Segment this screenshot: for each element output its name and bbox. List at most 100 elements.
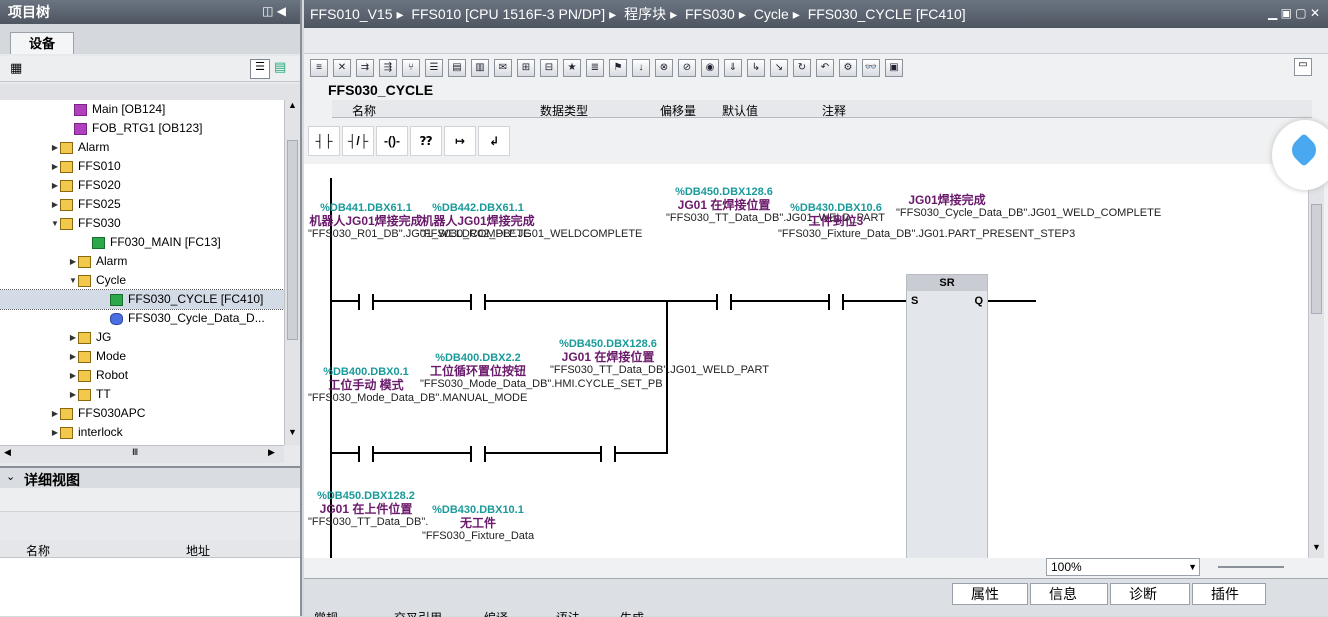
contact-label[interactable]: %DB400.DBX0.1 工位手动 模式 "FFS030_Mode_Data_DB… <box>308 366 527 405</box>
tree-item[interactable]: FF030_MAIN [FC13] <box>0 233 284 252</box>
scroll-thumb[interactable] <box>287 140 298 340</box>
column-name[interactable]: 名称 <box>26 542 50 559</box>
coil-label[interactable]: JG01焊接完成 "FFS030_Cycle_Data_DB".JG01_WEL… <box>896 194 1161 220</box>
normally-open-contact[interactable] <box>828 294 844 310</box>
contact-label[interactable]: %DB400.DBX2.2 工位循环置位按钮 "FFS030_Mode_Data_D… <box>420 352 663 391</box>
tree-item[interactable]: FFS030_Cycle_Data_D... <box>0 309 284 328</box>
database-icon[interactable]: ▣ <box>885 59 903 77</box>
normally-open-contact-icon[interactable]: ┤├ <box>308 126 340 156</box>
monitor-icon[interactable]: ◉ <box>701 59 719 77</box>
glasses-icon[interactable]: 👓 <box>862 59 880 77</box>
scroll-left-icon[interactable]: ◀ <box>4 447 11 458</box>
breadcrumb-cycle[interactable]: Cycle <box>754 6 789 22</box>
list-icon[interactable]: ☰ <box>425 59 443 77</box>
tree-item[interactable]: ▶ FFS025 <box>0 195 284 214</box>
network-icon[interactable]: ▦ <box>10 60 22 76</box>
delete-network-icon[interactable]: ✕ <box>333 59 351 77</box>
collapsed-arrow-icon[interactable]: ▶ <box>50 404 60 423</box>
show-favorites-icon[interactable]: ★ <box>563 59 581 77</box>
scroll-right-icon[interactable]: ▶ <box>268 447 275 458</box>
scroll-down-icon[interactable]: ▼ <box>285 427 300 445</box>
window-controls[interactable]: ▁ ▣ ▢ ✕ <box>1268 6 1320 20</box>
iface-col-name[interactable]: 名称 <box>352 102 376 119</box>
contact-label[interactable]: %DB450.DBX128.6 JG01 在焊接位置 "FFS030_TT_Data… <box>550 338 769 377</box>
scroll-up-icon[interactable]: ▲ <box>285 100 300 118</box>
list-view-icon[interactable]: ☰ <box>250 59 270 79</box>
collapsed-arrow-icon[interactable]: ▶ <box>68 366 78 385</box>
collapsed-arrow-icon[interactable]: ▶ <box>68 347 78 366</box>
network-comments-icon[interactable]: ≣ <box>586 59 604 77</box>
tree-item[interactable]: ▶ interlock <box>0 423 284 442</box>
contact-label[interactable]: %DB430.DBX10.6 工件到位3 "FFS030_Fixture_Data_… <box>778 202 1075 241</box>
tree-item[interactable]: ▶ Mode <box>0 347 284 366</box>
ladder-network-canvas[interactable]: %DB441.DBX61.1 机器人JG01焊接完成 "FFS030_R01_DB"… <box>304 164 1308 558</box>
tab-devices[interactable]: 设备 <box>10 32 74 54</box>
layout-toggle-icon[interactable]: ▭ <box>1294 58 1312 76</box>
collapse-chevron-icon[interactable]: ⌄ <box>6 470 15 483</box>
symbol-info-icon[interactable]: ⊟ <box>540 59 558 77</box>
tab-info[interactable]: 信息 <box>1030 583 1108 605</box>
tree-item[interactable]: ▶ JG <box>0 328 284 347</box>
branch-icon[interactable]: ⑂ <box>402 59 420 77</box>
tree-item[interactable]: ▶ Alarm <box>0 138 284 157</box>
breadcrumb-ffs030[interactable]: FFS030 <box>685 6 735 22</box>
detail-view-header[interactable]: ⌄ 详细视图 <box>0 466 300 488</box>
collapsed-arrow-icon[interactable]: ▶ <box>50 195 60 214</box>
collapsed-arrow-icon[interactable]: ▶ <box>50 157 60 176</box>
tree-item[interactable]: ▼ FFS030 <box>0 214 284 233</box>
normally-open-contact[interactable] <box>600 446 616 462</box>
normally-open-contact[interactable] <box>716 294 732 310</box>
set-breakpoint-icon[interactable]: ⊗ <box>655 59 673 77</box>
breadcrumb-program-blocks[interactable]: 程序块 <box>624 6 666 22</box>
pane-minimize-icon[interactable]: ◫ ◀ <box>262 4 286 18</box>
table-icon[interactable]: ▤ <box>448 59 466 77</box>
close-branch-icon[interactable]: ↲ <box>478 126 510 156</box>
refresh-icon[interactable]: ↻ <box>793 59 811 77</box>
canvas-scroll-down-icon[interactable]: ▼ <box>1309 542 1324 558</box>
iface-col-offset[interactable]: 偏移量 <box>660 102 696 119</box>
tree-item[interactable]: ▶ Robot <box>0 366 284 385</box>
normally-closed-contact-icon[interactable]: ┤/├ <box>342 126 374 156</box>
column-address[interactable]: 地址 <box>186 542 210 559</box>
breadcrumb-cpu[interactable]: FFS010 [CPU 1516F-3 PN/DP] <box>411 6 605 22</box>
collapsed-arrow-icon[interactable]: ▶ <box>50 138 60 157</box>
absolute-address-icon[interactable]: ⊞ <box>517 59 535 77</box>
open-all-icon[interactable]: ▥ <box>471 59 489 77</box>
iface-col-default[interactable]: 默认值 <box>722 102 758 119</box>
undo-icon[interactable]: ↶ <box>816 59 834 77</box>
contact-label[interactable]: %DB450.DBX128.6 JG01 在焊接位置 "FFS030_TT_Data… <box>666 186 885 225</box>
tree-horizontal-scrollbar[interactable]: ◀ Ⅲ ▶ <box>0 445 284 463</box>
tree-item[interactable]: Main [OB124] <box>0 100 284 119</box>
contact-label[interactable]: %DB441.DBX61.1 机器人JG01焊接完成 "FFS030_R01_DB"… <box>308 202 530 241</box>
iface-col-type[interactable]: 数据类型 <box>540 102 588 119</box>
contact-label[interactable]: %DB442.DBX61.1 机器人JG01焊接完成 "FFS030_R02_DB"… <box>420 202 642 241</box>
clear-breakpoint-icon[interactable]: ⊘ <box>678 59 696 77</box>
append-row-icon[interactable]: ⇶ <box>379 59 397 77</box>
normally-open-contact[interactable] <box>358 446 374 462</box>
online-icon[interactable]: ⚙ <box>839 59 857 77</box>
step-over-icon[interactable]: ↘ <box>770 59 788 77</box>
normally-open-contact[interactable] <box>470 446 486 462</box>
iface-col-comment[interactable]: 注释 <box>822 102 846 119</box>
tree-item[interactable]: ▶ FFS020 <box>0 176 284 195</box>
tree-item[interactable]: ▶ Alarm <box>0 252 284 271</box>
coil-icon[interactable]: -()- <box>376 126 408 156</box>
zoom-slider[interactable] <box>1218 566 1284 568</box>
insert-network-icon[interactable]: ≡ <box>310 59 328 77</box>
tab-properties[interactable]: 属性 <box>952 583 1028 605</box>
open-branch-icon[interactable]: ↦ <box>444 126 476 156</box>
canvas-scroll-thumb[interactable] <box>1311 204 1322 314</box>
collapsed-arrow-icon[interactable]: ▶ <box>68 328 78 347</box>
overview-icon[interactable]: ▤ <box>274 59 286 75</box>
collapsed-arrow-icon[interactable]: ▶ <box>50 423 60 442</box>
breadcrumb-block[interactable]: FFS030_CYCLE [FC410] <box>808 6 966 22</box>
normally-open-contact[interactable] <box>358 294 374 310</box>
expanded-arrow-icon[interactable]: ▼ <box>68 271 78 290</box>
tree-item[interactable]: FOB_RTG1 [OB123] <box>0 119 284 138</box>
tree-item[interactable]: FFS030_CYCLE [FC410] <box>0 289 285 310</box>
dropdown-chevron-icon[interactable]: ▼ <box>1188 559 1197 575</box>
collapsed-arrow-icon[interactable]: ▶ <box>68 252 78 271</box>
breadcrumb-project[interactable]: FFS010_V15 <box>310 6 393 22</box>
tree-item[interactable]: ▶ FFS010 <box>0 157 284 176</box>
empty-box-icon[interactable]: ⁇ <box>410 126 442 156</box>
